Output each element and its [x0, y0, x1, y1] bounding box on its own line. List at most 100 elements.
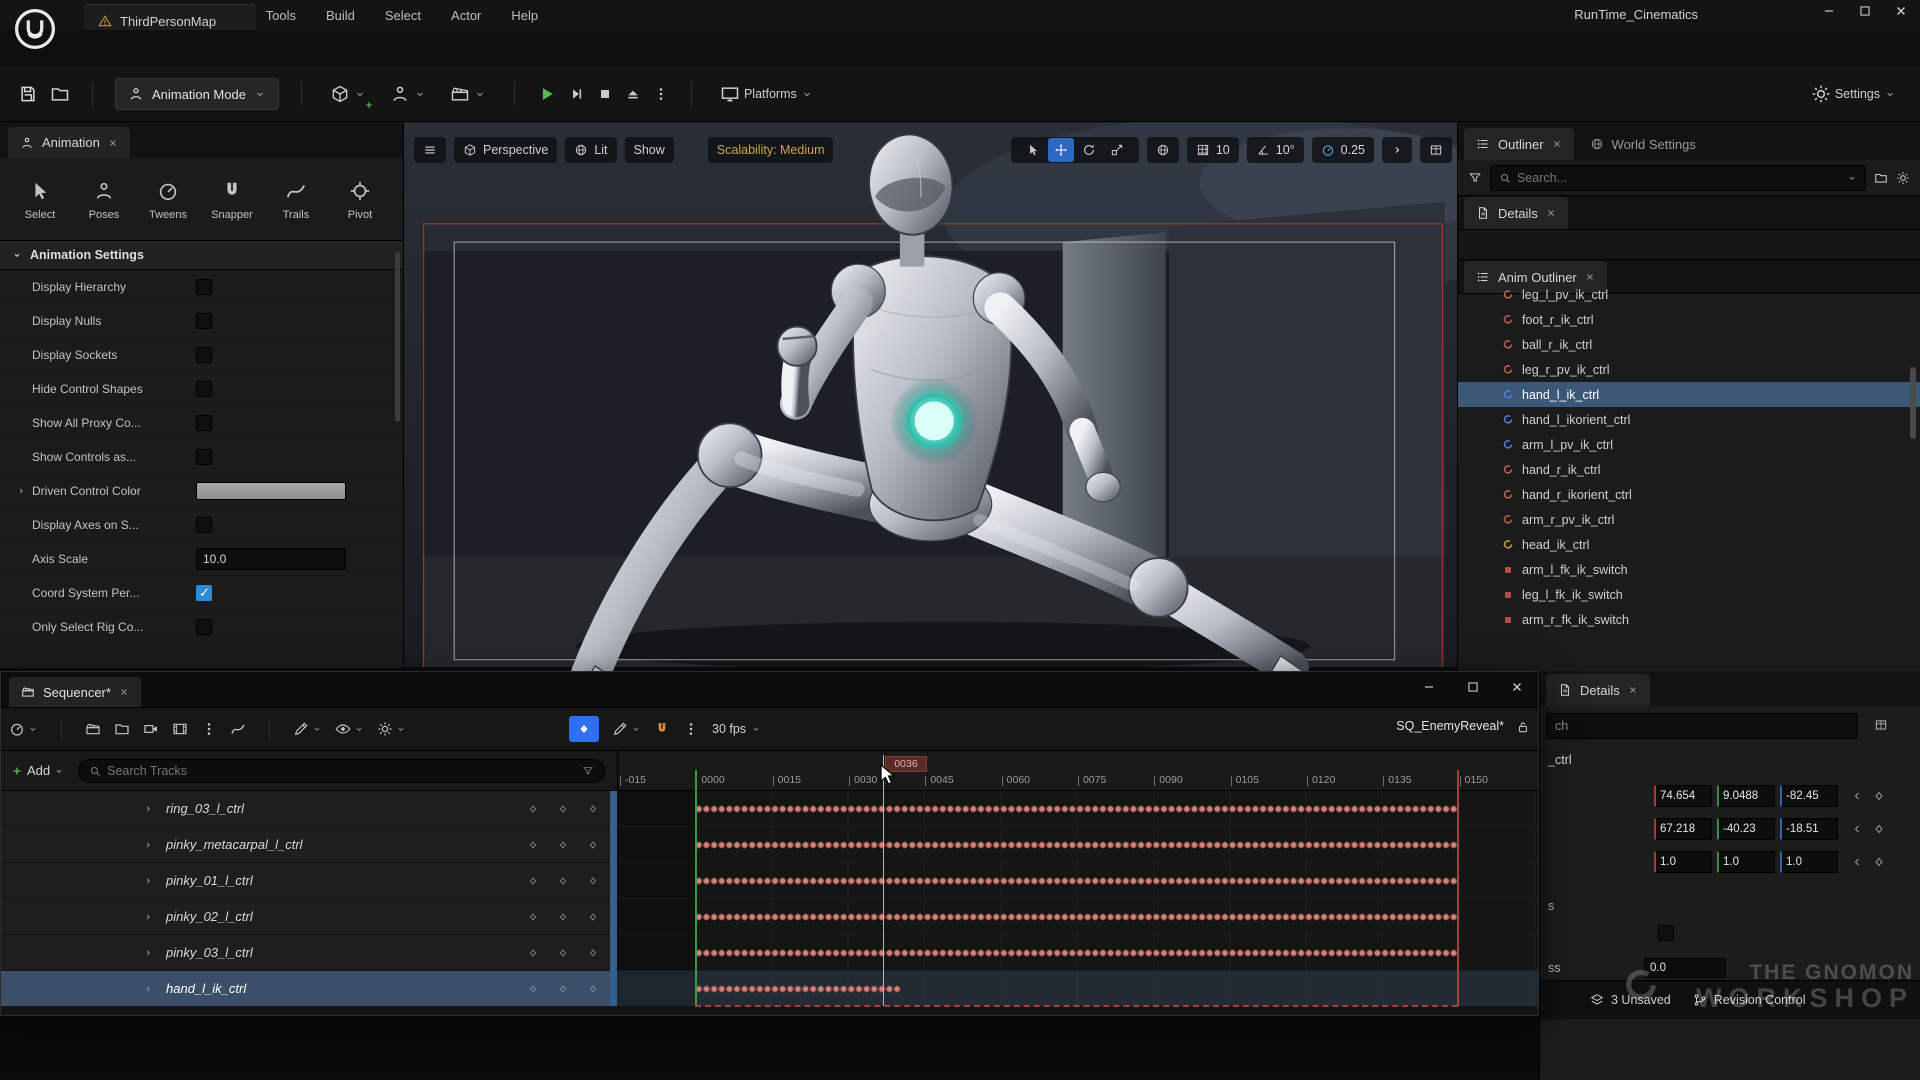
key-icon[interactable] — [1873, 790, 1885, 802]
y-value-field[interactable]: -40.23 — [1717, 818, 1775, 840]
play-button[interactable] — [537, 84, 557, 104]
property-checkbox[interactable] — [1658, 925, 1674, 941]
track-row[interactable]: hand_l_ik_ctrl — [1, 971, 617, 1006]
maximize-viewport-button[interactable] — [1420, 137, 1452, 163]
keyframe-lane[interactable] — [617, 899, 1538, 935]
fps-dropdown[interactable]: 30 fps — [712, 722, 761, 736]
filter-icon[interactable] — [1468, 171, 1482, 185]
x-value-field[interactable]: 74.654 — [1654, 785, 1712, 807]
y-value-field[interactable]: 1.0 — [1717, 851, 1775, 873]
prev-key-icon[interactable] — [528, 876, 538, 886]
tab-details-bottom[interactable]: Details — [1546, 674, 1650, 706]
animation-tool-button[interactable]: Select — [10, 168, 70, 232]
z-value-field[interactable]: -82.45 — [1780, 785, 1838, 807]
tab-sequencer[interactable]: Sequencer* — [9, 677, 141, 707]
keyframe-lane[interactable] — [617, 827, 1538, 863]
next-key-icon[interactable] — [588, 840, 598, 850]
keyframes[interactable] — [695, 803, 1458, 815]
timeline-ruler[interactable]: -015 0000 0015 0030 0045 — [617, 751, 1538, 791]
lock-icon[interactable] — [1516, 720, 1530, 734]
animation-tool-button[interactable]: Tweens — [138, 168, 198, 232]
show-dropdown[interactable]: Show — [625, 137, 674, 163]
keyframe-lane[interactable] — [617, 935, 1538, 971]
control-list-item[interactable]: head_ik_ctrl — [1458, 532, 1920, 557]
next-key-icon[interactable] — [588, 804, 598, 814]
z-value-field[interactable]: -18.51 — [1780, 818, 1838, 840]
add-track-button[interactable]: Add — [11, 763, 64, 778]
maximize-icon[interactable] — [1466, 680, 1480, 694]
scrollbar[interactable] — [395, 252, 400, 422]
color-swatch[interactable] — [196, 482, 346, 500]
next-key-icon[interactable] — [588, 912, 598, 922]
add-key-icon[interactable] — [558, 840, 568, 850]
maximize-icon[interactable] — [1858, 4, 1872, 18]
next-key-icon[interactable] — [588, 876, 598, 886]
details-search-input[interactable] — [1546, 713, 1858, 739]
sequencer-kebab-icon[interactable] — [201, 721, 217, 737]
chevron-down-icon[interactable] — [1847, 173, 1857, 183]
keyframe-lane[interactable] — [617, 791, 1538, 827]
expand-chevron-icon[interactable] — [143, 804, 153, 814]
setting-checkbox[interactable] — [196, 619, 212, 635]
key-icon[interactable] — [1873, 856, 1885, 868]
menu-item[interactable]: Help — [511, 8, 538, 23]
rotation-snap-control[interactable]: 10° — [1247, 137, 1304, 163]
setting-checkbox[interactable] — [196, 279, 212, 295]
add-key-icon[interactable] — [558, 984, 568, 994]
close-icon[interactable] — [1552, 139, 1562, 149]
z-value-field[interactable]: 1.0 — [1780, 851, 1838, 873]
expand-chevron-icon[interactable] — [143, 984, 153, 994]
tab-world-settings[interactable]: World Settings — [1578, 128, 1708, 160]
keyframes[interactable] — [695, 947, 1458, 959]
viewport-menu-button[interactable] — [414, 137, 446, 163]
control-list-item[interactable]: hand_l_ikorient_ctrl — [1458, 407, 1920, 432]
setting-checkbox[interactable] — [196, 449, 212, 465]
keyframes[interactable] — [695, 875, 1458, 887]
add-key-icon[interactable] — [558, 948, 568, 958]
add-keyframe-button[interactable] — [569, 716, 599, 742]
eject-button[interactable] — [625, 86, 641, 102]
close-icon[interactable] — [1510, 680, 1524, 694]
prev-key-icon[interactable] — [528, 948, 538, 958]
control-list-item[interactable]: hand_r_ikorient_ctrl — [1458, 482, 1920, 507]
prev-key-icon[interactable] — [528, 984, 538, 994]
animation-tool-button[interactable]: Snapper — [202, 168, 262, 232]
editor-mode-dropdown[interactable]: Animation Mode — [115, 78, 279, 110]
animation-tool-button[interactable]: Trails — [266, 168, 326, 232]
outliner-search-input[interactable] — [1490, 165, 1866, 191]
add-key-icon[interactable] — [558, 876, 568, 886]
browse-sequence-icon[interactable] — [114, 721, 130, 737]
minimize-icon[interactable] — [1822, 4, 1836, 18]
lit-dropdown[interactable]: Lit — [565, 137, 616, 163]
menu-item[interactable]: Tools — [266, 8, 296, 23]
rotate-tool-button[interactable] — [1076, 138, 1102, 162]
tab-animation[interactable]: Animation — [8, 127, 130, 158]
cinematics-dropdown[interactable] — [444, 80, 492, 108]
expand-chevron-icon[interactable] — [143, 912, 153, 922]
sequencer-options-dropdown[interactable] — [9, 721, 38, 737]
settings-dropdown[interactable]: Settings — [1805, 80, 1902, 108]
x-value-field[interactable]: 1.0 — [1654, 851, 1712, 873]
playback-options-dropdown[interactable] — [377, 721, 406, 737]
animation-settings-header[interactable]: Animation Settings — [0, 240, 403, 270]
sequence-name[interactable]: SQ_EnemyReveal* — [1396, 719, 1504, 733]
stop-button[interactable] — [597, 86, 613, 102]
view-options-dropdown[interactable] — [335, 721, 364, 737]
tab-outliner[interactable]: Outliner — [1464, 128, 1574, 160]
track-row[interactable]: ring_03_l_ctrl — [1, 791, 617, 827]
control-list-item[interactable]: leg_l_fk_ik_switch — [1458, 582, 1920, 607]
control-list-item[interactable]: arm_r_fk_ik_switch — [1458, 607, 1920, 632]
new-folder-icon[interactable] — [1874, 171, 1888, 185]
snap-magnet-icon[interactable] — [654, 721, 670, 737]
playhead[interactable] — [883, 755, 884, 1006]
scalability-badge[interactable]: Scalability: Medium — [708, 137, 834, 163]
scale-tool-button[interactable] — [1104, 138, 1130, 162]
keyframe-lane[interactable] — [617, 863, 1538, 899]
create-camera-icon[interactable] — [85, 721, 101, 737]
track-row[interactable]: pinky_03_l_ctrl — [1, 935, 617, 971]
control-list-item[interactable]: arm_l_fk_ik_switch — [1458, 557, 1920, 582]
setting-checkbox[interactable] — [196, 313, 212, 329]
revert-icon[interactable] — [1851, 823, 1863, 835]
control-list-item[interactable]: hand_r_ik_ctrl — [1458, 457, 1920, 482]
scrollbar[interactable] — [1910, 367, 1916, 439]
